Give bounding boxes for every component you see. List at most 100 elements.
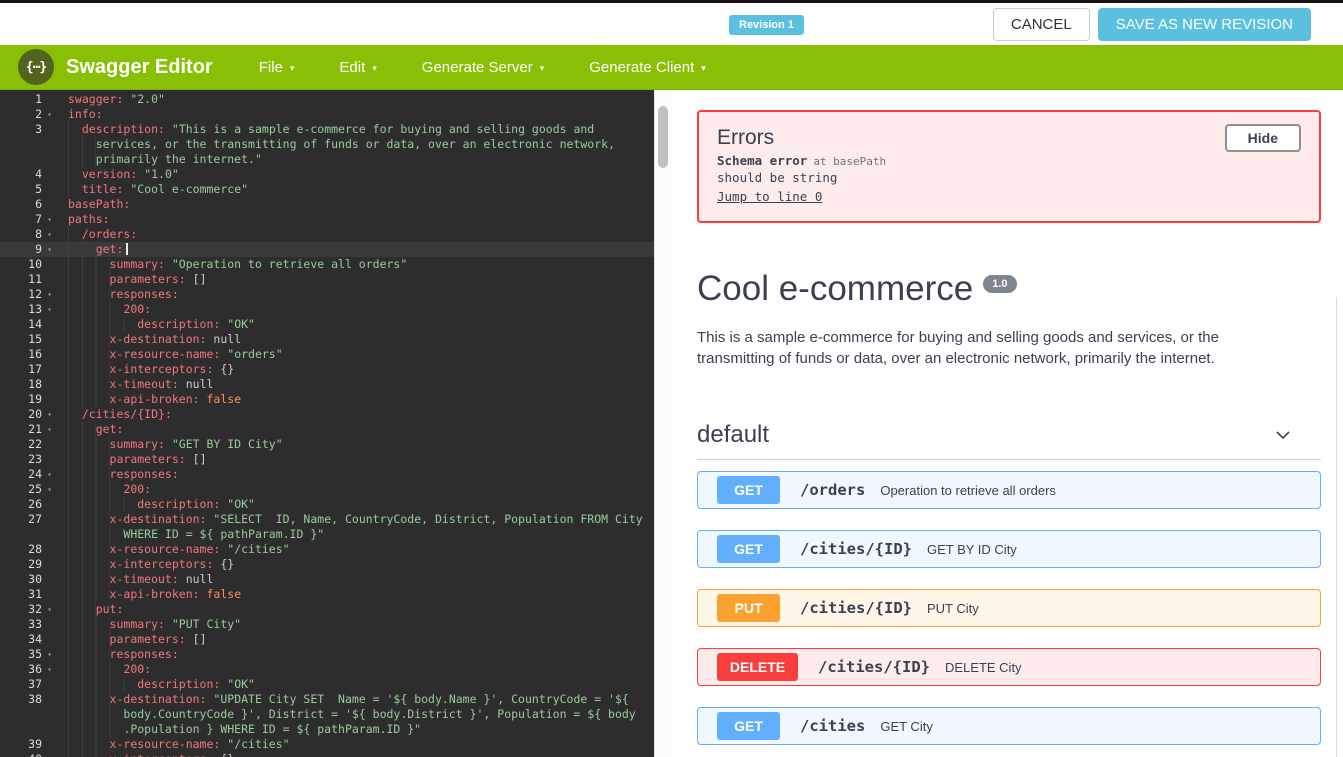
code-line[interactable]: 39 x-resource-name: "/cities": [0, 737, 655, 752]
line-gutter[interactable]: 33: [0, 617, 55, 632]
hide-errors-button[interactable]: Hide: [1225, 124, 1301, 152]
code-line[interactable]: body.CountryCode }', District = '${ body…: [0, 707, 655, 722]
line-gutter[interactable]: 19: [0, 392, 55, 407]
line-gutter[interactable]: 36▾: [0, 662, 55, 677]
code-line[interactable]: 2▾info:: [0, 107, 655, 122]
line-gutter[interactable]: 22: [0, 437, 55, 452]
code-line[interactable]: 17 x-interceptors: {}: [0, 362, 655, 377]
code-line[interactable]: 1swagger: "2.0": [0, 92, 655, 107]
editor-scrollbar[interactable]: [654, 90, 672, 757]
code-line[interactable]: 24▾ responses:: [0, 467, 655, 482]
line-gutter[interactable]: [0, 707, 55, 722]
code-line[interactable]: 31 x-api-broken: false: [0, 587, 655, 602]
menu-generate-server[interactable]: Generate Server ▾: [422, 59, 544, 76]
fold-arrow-icon[interactable]: ▾: [47, 287, 52, 302]
code-line[interactable]: 8▾ /orders:: [0, 227, 655, 242]
collapse-section-control[interactable]: [1273, 425, 1293, 445]
code-line[interactable]: 33 summary: "PUT City": [0, 617, 655, 632]
line-gutter[interactable]: 39: [0, 737, 55, 752]
line-gutter[interactable]: 29: [0, 557, 55, 572]
line-gutter[interactable]: 16: [0, 347, 55, 362]
fold-arrow-icon[interactable]: ▾: [47, 602, 52, 617]
line-gutter[interactable]: 3: [0, 122, 55, 137]
operation-row-get[interactable]: GET/ordersOperation to retrieve all orde…: [697, 471, 1321, 509]
code-line[interactable]: 21▾ get:: [0, 422, 655, 437]
fold-arrow-icon[interactable]: ▾: [47, 407, 52, 422]
line-gutter[interactable]: 9▾: [0, 242, 55, 257]
yaml-editor[interactable]: 1swagger: "2.0"2▾info:3 description: "Th…: [0, 90, 672, 757]
operation-row-put[interactable]: PUT/cities/{ID}PUT City: [697, 589, 1321, 627]
cancel-button[interactable]: CANCEL: [993, 8, 1090, 41]
line-gutter[interactable]: 21▾: [0, 422, 55, 437]
code-line[interactable]: 10 summary: "Operation to retrieve all o…: [0, 257, 655, 272]
docs-scrollbar-track[interactable]: [1336, 297, 1337, 757]
code-line[interactable]: .Population } WHERE ID = ${ pathParam.ID…: [0, 722, 655, 737]
line-gutter[interactable]: [0, 152, 55, 167]
code-line[interactable]: 7▾paths:: [0, 212, 655, 227]
line-gutter[interactable]: 6: [0, 197, 55, 212]
code-line[interactable]: 29 x-interceptors: {}: [0, 557, 655, 572]
fold-arrow-icon[interactable]: ▾: [47, 302, 52, 317]
line-gutter[interactable]: 5: [0, 182, 55, 197]
line-gutter[interactable]: 30: [0, 572, 55, 587]
code-line[interactable]: 4 version: "1.0": [0, 167, 655, 182]
code-line[interactable]: 34 parameters: []: [0, 632, 655, 647]
line-gutter[interactable]: [0, 722, 55, 737]
line-gutter[interactable]: 14: [0, 317, 55, 332]
line-gutter[interactable]: 34: [0, 632, 55, 647]
fold-arrow-icon[interactable]: ▾: [47, 482, 52, 497]
line-gutter[interactable]: 1: [0, 92, 55, 107]
code-line[interactable]: 23 parameters: []: [0, 452, 655, 467]
line-gutter[interactable]: 37: [0, 677, 55, 692]
code-line[interactable]: WHERE ID = ${ pathParam.ID }": [0, 527, 655, 542]
code-line[interactable]: 9▾ get:: [0, 242, 655, 257]
code-line[interactable]: 32▾ put:: [0, 602, 655, 617]
code-line[interactable]: 30 x-timeout: null: [0, 572, 655, 587]
code-line[interactable]: 35▾ responses:: [0, 647, 655, 662]
line-gutter[interactable]: 2▾: [0, 107, 55, 122]
fold-arrow-icon[interactable]: ▾: [47, 662, 52, 677]
fold-arrow-icon[interactable]: ▾: [47, 212, 52, 227]
code-line[interactable]: 16 x-resource-name: "orders": [0, 347, 655, 362]
operation-row-get[interactable]: GET/citiesGET City: [697, 707, 1321, 745]
line-gutter[interactable]: 11: [0, 272, 55, 287]
line-gutter[interactable]: 24▾: [0, 467, 55, 482]
line-gutter[interactable]: 4: [0, 167, 55, 182]
line-gutter[interactable]: 12▾: [0, 287, 55, 302]
code-line[interactable]: 19 x-api-broken: false: [0, 392, 655, 407]
code-line[interactable]: 6basePath:: [0, 197, 655, 212]
operation-row-get[interactable]: GET/cities/{ID}GET BY ID City: [697, 530, 1321, 568]
save-as-new-revision-button[interactable]: SAVE AS NEW REVISION: [1098, 8, 1311, 41]
code-line[interactable]: 13▾ 200:: [0, 302, 655, 317]
code-line[interactable]: primarily the internet.": [0, 152, 655, 167]
code-line[interactable]: 38 x-destination: "UPDATE City SET Name …: [0, 692, 655, 707]
line-gutter[interactable]: 23: [0, 452, 55, 467]
line-gutter[interactable]: 38: [0, 692, 55, 707]
code-line[interactable]: 27 x-destination: "SELECT ID, Name, Coun…: [0, 512, 655, 527]
menu-generate-client[interactable]: Generate Client ▾: [589, 59, 706, 76]
code-line[interactable]: 26 description: "OK": [0, 497, 655, 512]
line-gutter[interactable]: 7▾: [0, 212, 55, 227]
code-line[interactable]: 5 title: "Cool e-commerce": [0, 182, 655, 197]
fold-arrow-icon[interactable]: ▾: [47, 227, 52, 242]
line-gutter[interactable]: 26: [0, 497, 55, 512]
code-line[interactable]: 14 description: "OK": [0, 317, 655, 332]
menu-edit[interactable]: Edit ▾: [339, 59, 376, 76]
line-gutter[interactable]: 32▾: [0, 602, 55, 617]
code-line[interactable]: 22 summary: "GET BY ID City": [0, 437, 655, 452]
menu-file[interactable]: File ▾: [259, 59, 295, 76]
line-gutter[interactable]: 10: [0, 257, 55, 272]
line-gutter[interactable]: 20▾: [0, 407, 55, 422]
code-line[interactable]: 12▾ responses:: [0, 287, 655, 302]
code-line[interactable]: 20▾ /cities/{ID}:: [0, 407, 655, 422]
code-line[interactable]: 11 parameters: []: [0, 272, 655, 287]
code-line[interactable]: services, or the transmitting of funds o…: [0, 137, 655, 152]
line-gutter[interactable]: [0, 137, 55, 152]
line-gutter[interactable]: 8▾: [0, 227, 55, 242]
line-gutter[interactable]: 17: [0, 362, 55, 377]
jump-to-line-link[interactable]: Jump to line 0: [717, 189, 822, 204]
fold-arrow-icon[interactable]: ▾: [47, 647, 52, 662]
code-line[interactable]: 18 x-timeout: null: [0, 377, 655, 392]
line-gutter[interactable]: [0, 527, 55, 542]
line-gutter[interactable]: 40: [0, 752, 55, 757]
